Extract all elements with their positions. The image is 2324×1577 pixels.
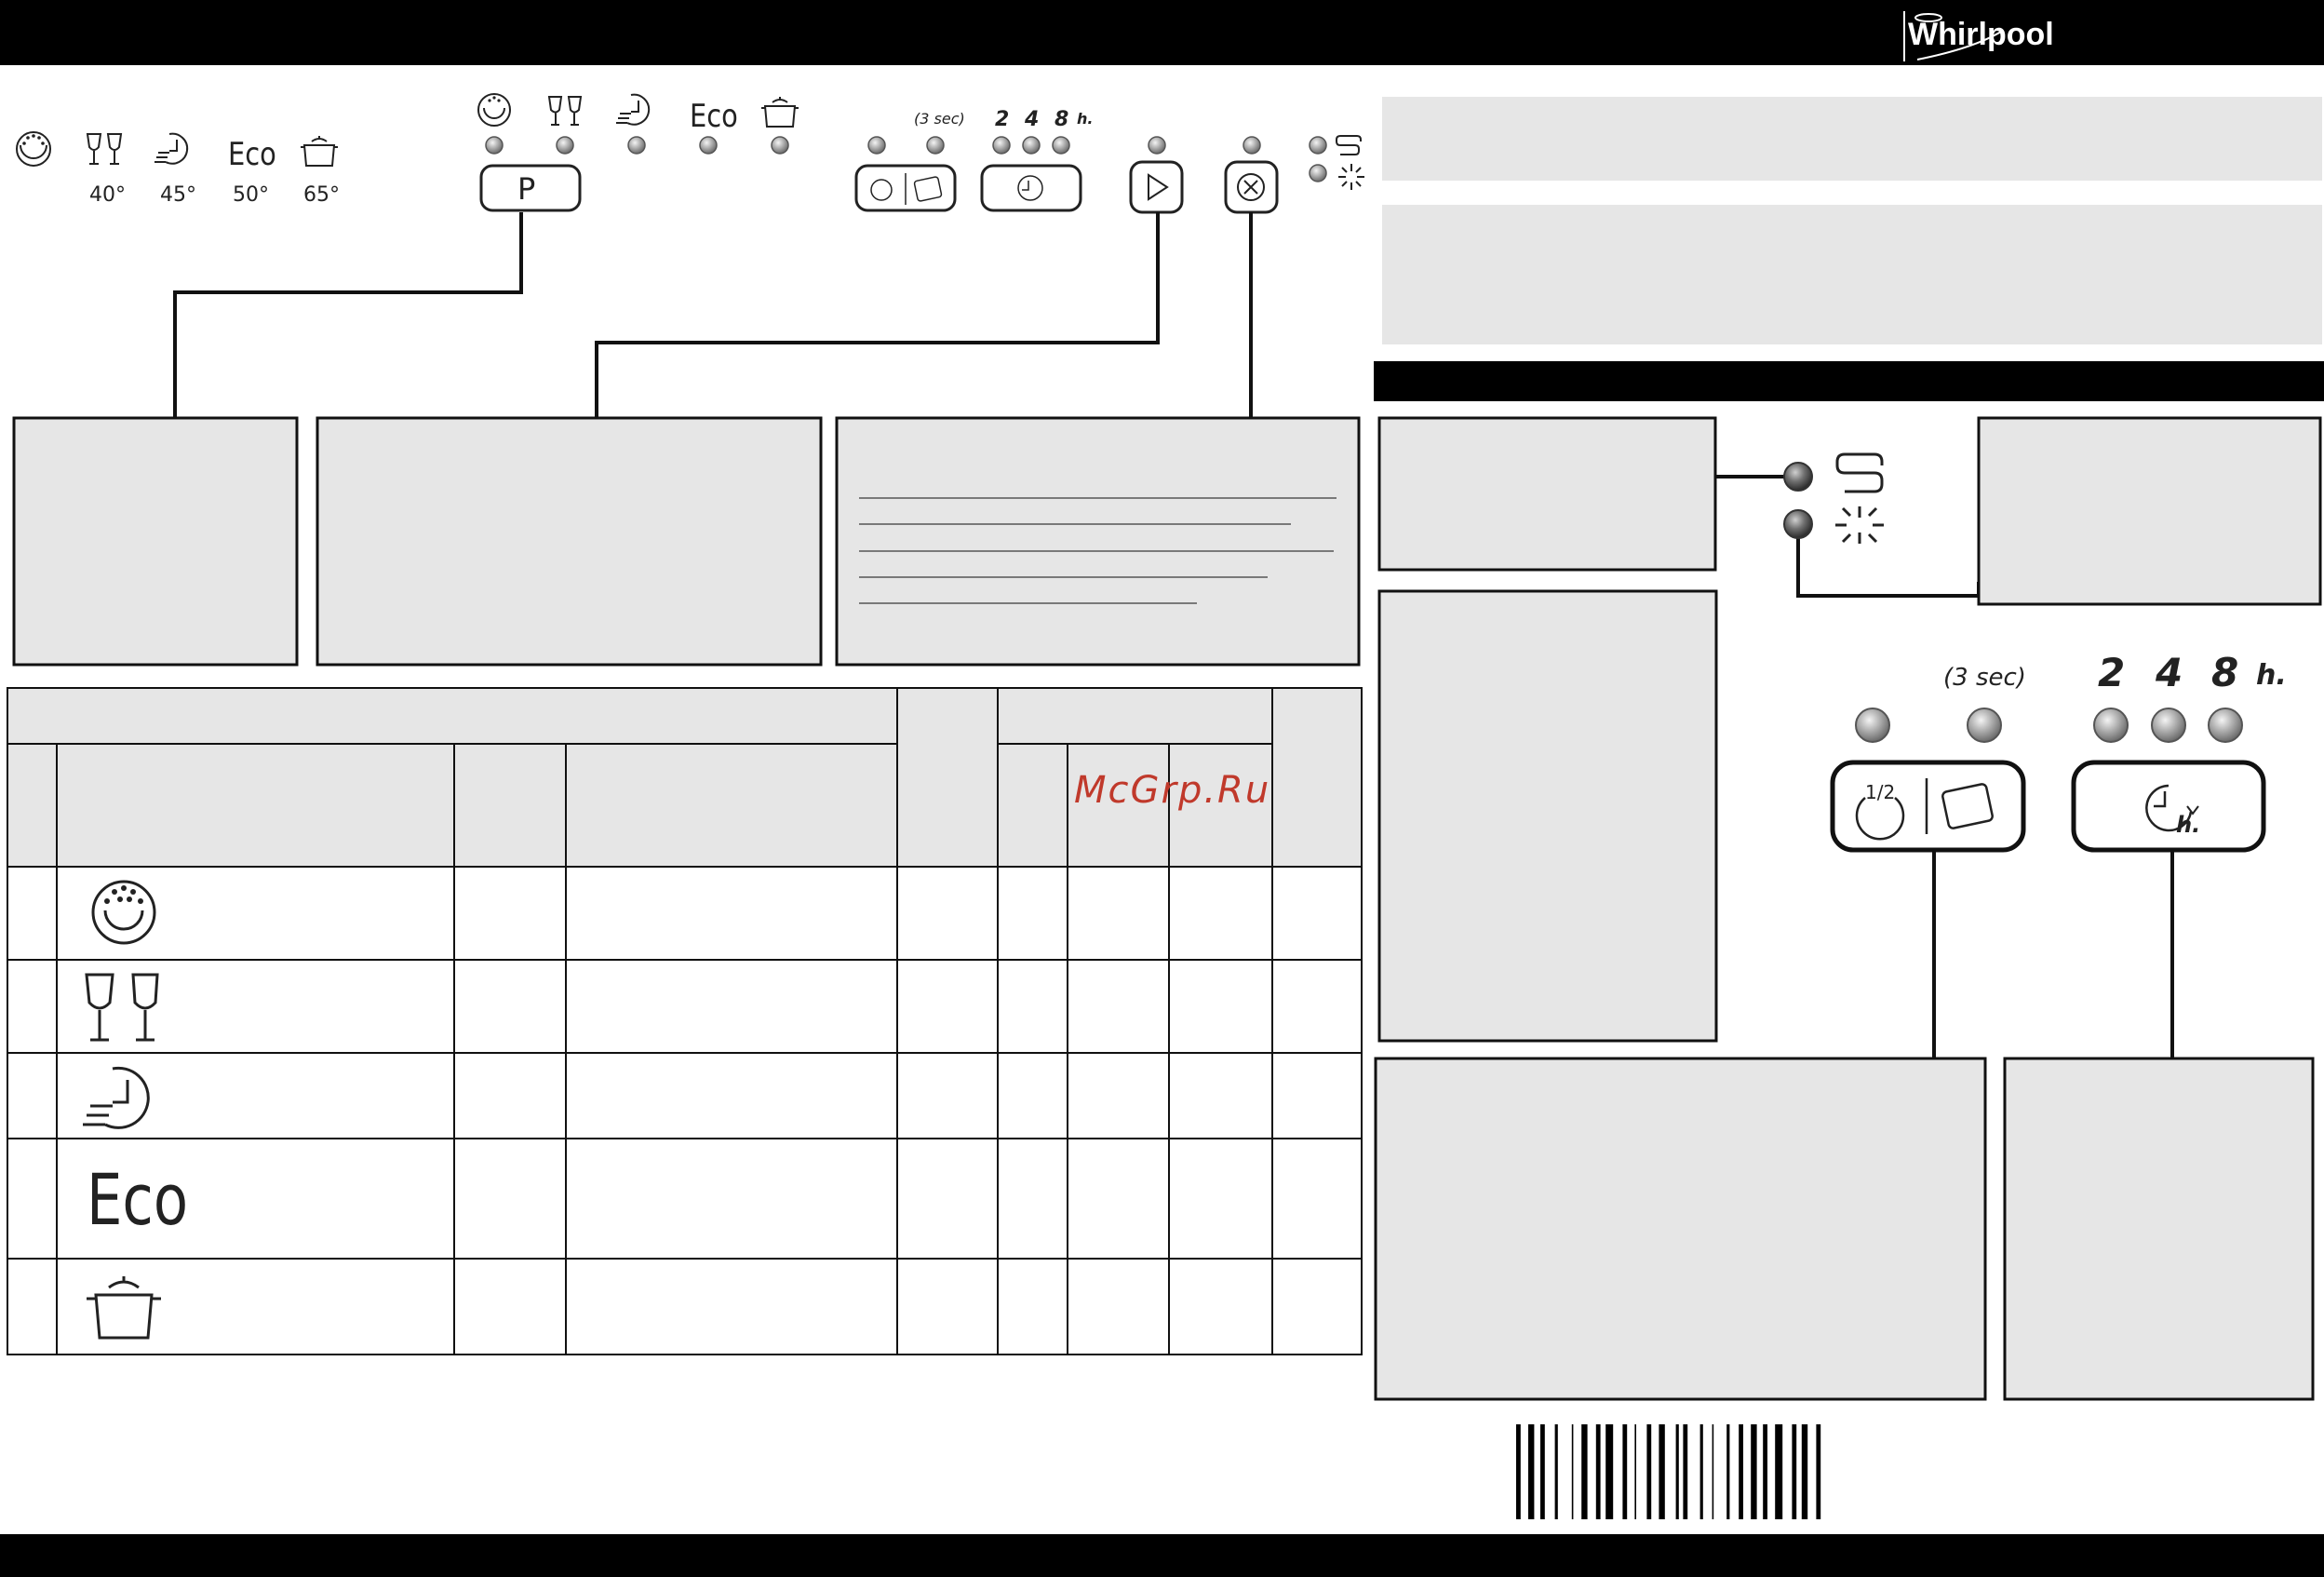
panel-delay-unit: h. <box>1077 110 1093 128</box>
delay-2: 2 <box>2098 650 2125 695</box>
delay-start-button[interactable] <box>980 164 1082 212</box>
barcode-bar <box>1554 1424 1558 1519</box>
barcode-bar <box>1516 1424 1521 1519</box>
row-eco-label: Eco <box>87 1159 188 1241</box>
barcode-bar <box>1581 1424 1588 1519</box>
quick-guide-sheet: Whirlpool Eco 40° 45° 50° 65° Eco (3 sec… <box>0 0 2324 1577</box>
info-panel-second <box>1382 205 2322 344</box>
callout-box-half-load <box>1374 1057 1987 1401</box>
half-load-tablet-button[interactable] <box>854 164 957 212</box>
barcode-bar <box>1528 1424 1535 1519</box>
delay-unit: h. <box>2256 659 2287 692</box>
barcode <box>1516 1424 1821 1519</box>
brand-name: Whirlpool <box>1908 17 2054 52</box>
legend-eco-label: Eco <box>228 137 276 173</box>
callout-box-tall <box>1377 589 1718 1043</box>
temp-45: 45° <box>160 183 196 207</box>
panel-delay-2: 2 <box>995 108 1009 131</box>
program-button[interactable]: P <box>479 164 582 212</box>
cancel-button[interactable] <box>1224 160 1279 214</box>
rinse-aid-icon <box>1835 506 1884 544</box>
legend-prewash-icon <box>16 131 51 167</box>
legend-glass-icon <box>86 133 123 165</box>
callout-box-program <box>12 416 299 667</box>
panel-salt-icon <box>1336 135 1362 155</box>
watermark: McGrp.Ru <box>1074 769 1270 812</box>
panel-delay-8: 8 <box>1055 108 1068 131</box>
barcode-bar <box>1816 1424 1821 1519</box>
rinse-aid-led <box>1783 509 1813 539</box>
barcode-bar <box>1683 1424 1688 1519</box>
delay-8: 8 <box>2211 650 2238 695</box>
barcode-bar <box>1571 1424 1574 1519</box>
half-label: 1/2 <box>1865 781 1895 803</box>
info-panel-top <box>1382 97 2322 181</box>
barcode-bar <box>1792 1424 1797 1519</box>
panel-pot-icon <box>761 97 799 128</box>
panel-glass-icon <box>547 96 583 126</box>
panel-prewash-icon <box>477 93 511 127</box>
barcode-bar <box>1699 1424 1703 1519</box>
temp-65: 65° <box>303 183 340 207</box>
barcode-bar <box>1739 1424 1743 1519</box>
callout-box-delay <box>2003 1057 2315 1401</box>
barcode-bar <box>1595 1424 1601 1519</box>
callout-box-cancel <box>835 416 1361 667</box>
big-delay-button[interactable]: h. <box>2071 760 2266 853</box>
panel-delay-4: 4 <box>1024 108 1039 131</box>
barcode-bar <box>1775 1424 1783 1519</box>
barcode-bar <box>1726 1424 1730 1519</box>
barcode-bar <box>1540 1424 1545 1519</box>
barcode-bar <box>1675 1424 1679 1519</box>
barcode-bar <box>1763 1424 1767 1519</box>
panel-rinse-aid-icon <box>1338 164 1364 190</box>
panel-eco-label: Eco <box>690 99 738 135</box>
big-leds <box>1855 708 2243 743</box>
barcode-bar <box>1622 1424 1628 1519</box>
temp-40: 40° <box>89 183 126 207</box>
program-button-label: P <box>517 171 535 207</box>
legend-quick-wash-icon <box>154 132 189 165</box>
callout-box-rinse-aid <box>1977 416 2322 606</box>
start-button[interactable] <box>1129 160 1184 214</box>
barcode-bar <box>1605 1424 1614 1519</box>
section-bar <box>1374 361 2324 401</box>
barcode-bar <box>1646 1424 1652 1519</box>
callout-box-salt <box>1377 416 1717 572</box>
panel-half-load-hint: (3 sec) <box>914 110 965 128</box>
barcode-bar <box>1712 1424 1714 1519</box>
barcode-bar <box>1751 1424 1757 1519</box>
barcode-bar <box>1634 1424 1636 1519</box>
salt-icon <box>1835 452 1884 493</box>
panel-quick-wash-icon <box>616 93 651 126</box>
legend-pot-icon <box>301 136 338 167</box>
big-half-load-button[interactable]: 1/2 <box>1830 760 2026 853</box>
barcode-bar <box>1801 1424 1808 1519</box>
callout-box-start <box>316 416 823 667</box>
temp-50: 50° <box>233 183 269 207</box>
delay-4: 4 <box>2155 650 2183 695</box>
salt-led <box>1783 462 1813 492</box>
bottom-bar <box>0 1534 2324 1577</box>
half-load-hint: (3 sec) <box>1943 664 2026 692</box>
barcode-bar <box>1659 1424 1665 1519</box>
big-delay-h: h. <box>2176 812 2200 838</box>
